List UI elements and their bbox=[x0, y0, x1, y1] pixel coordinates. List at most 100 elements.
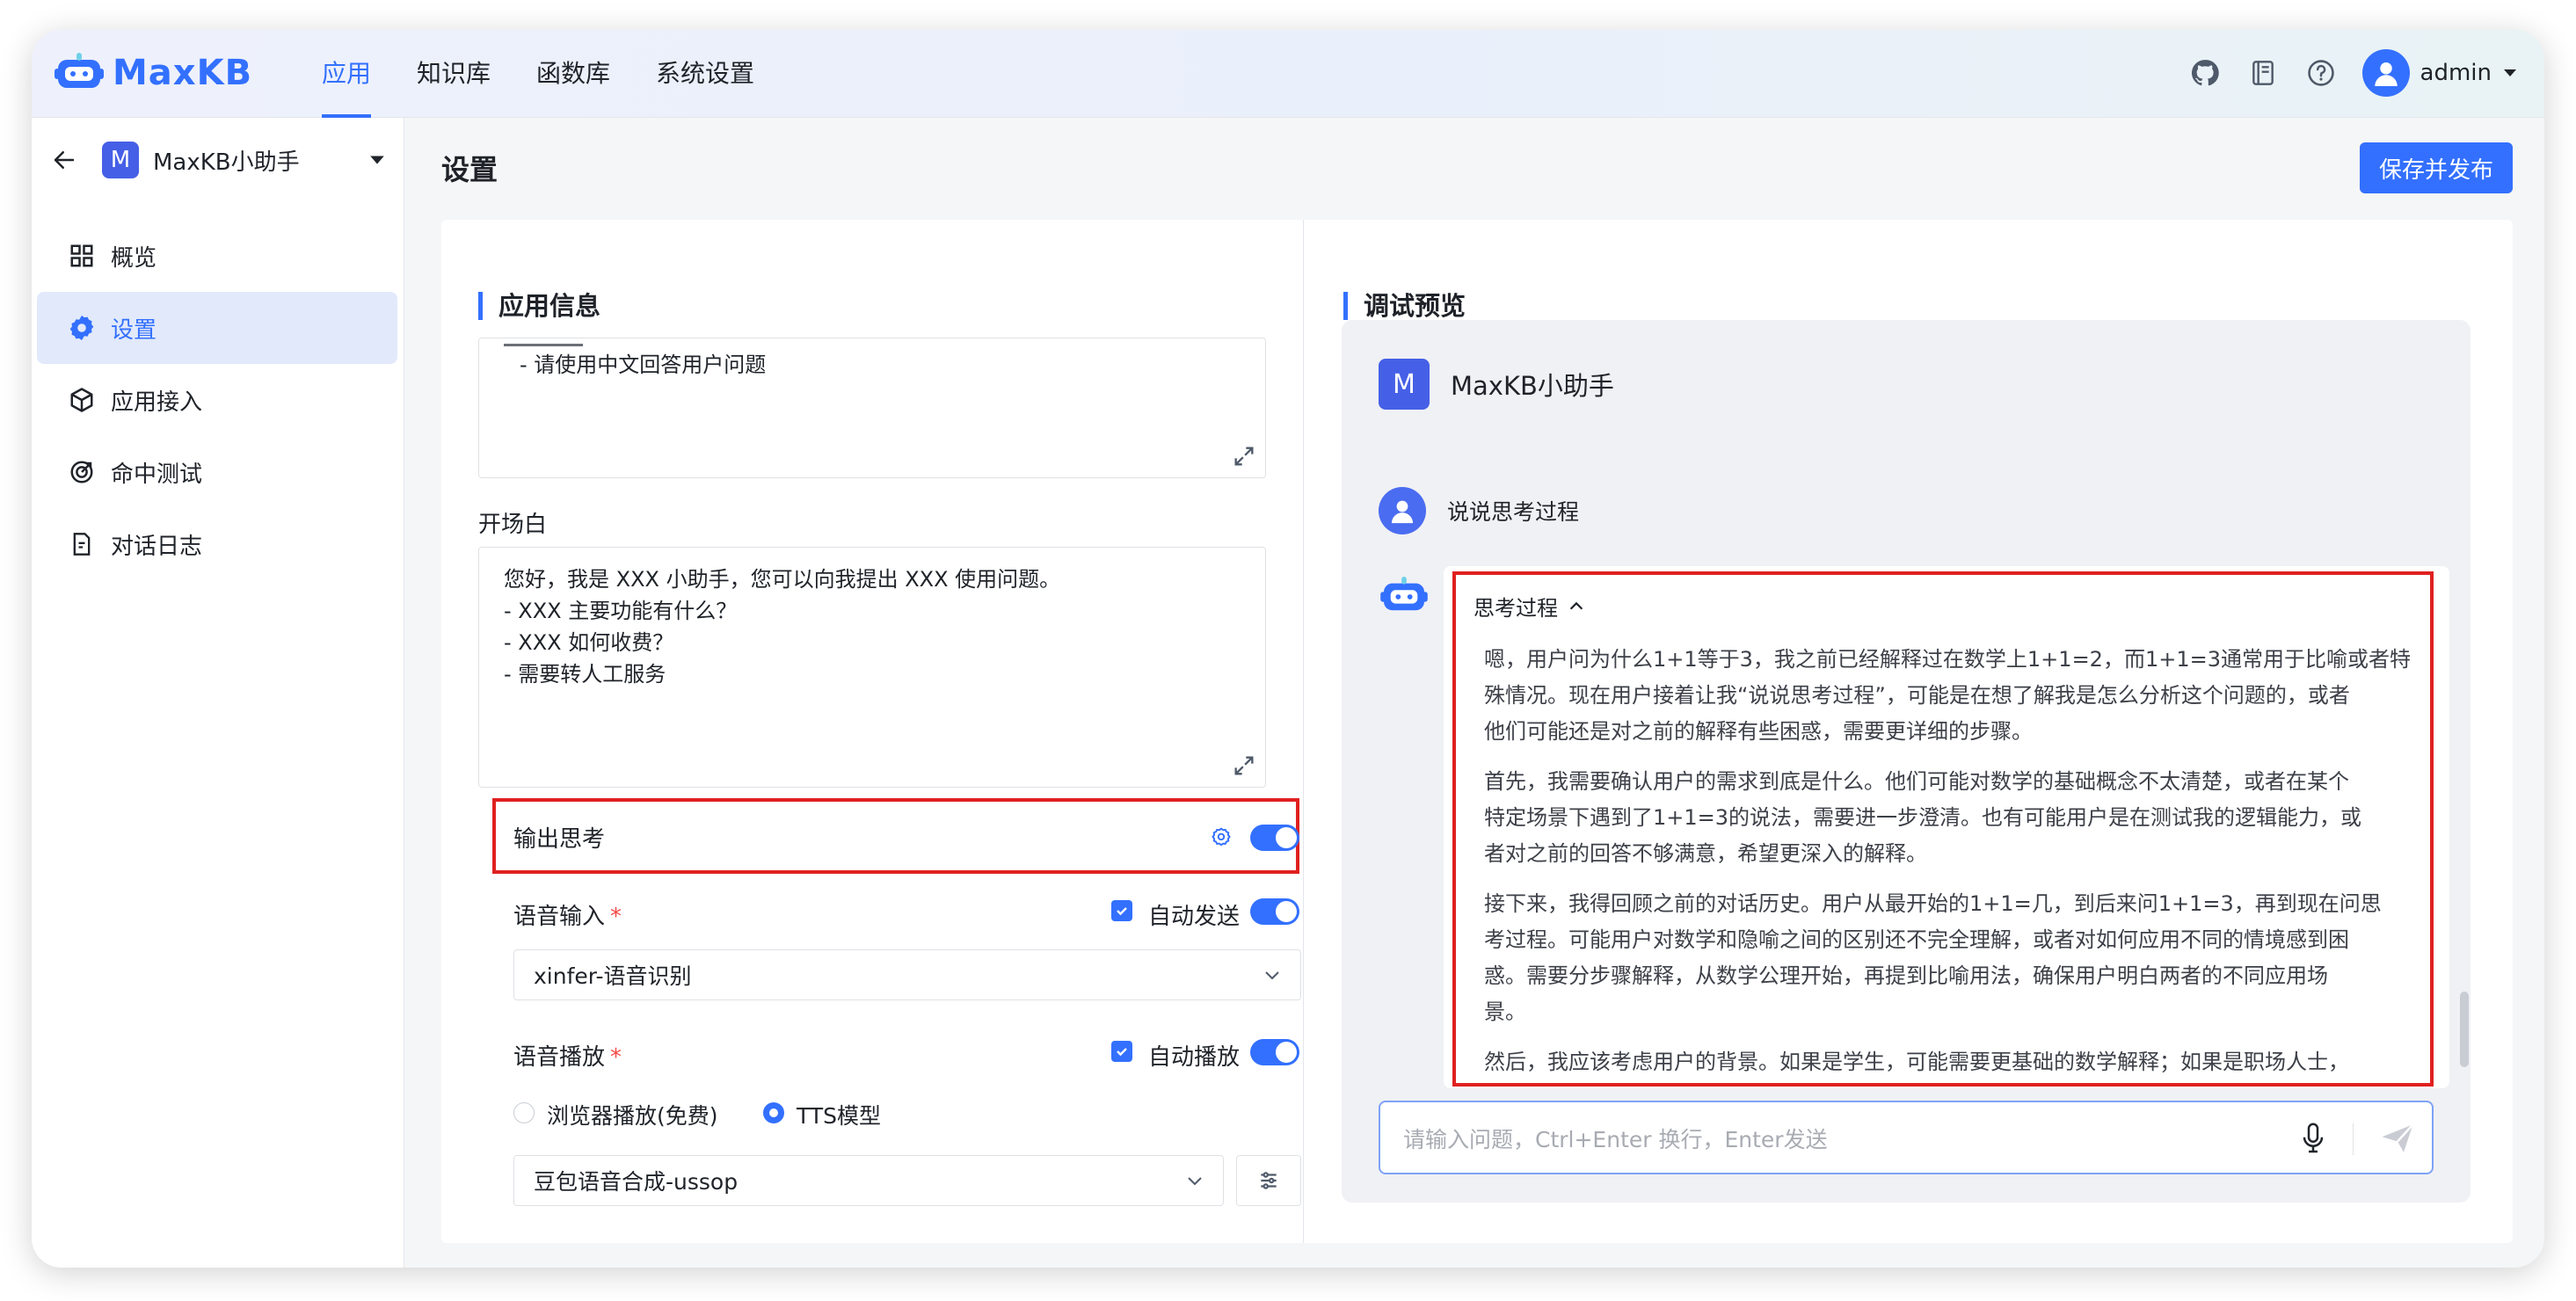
bot-answer: 思考过程 嗯，用户问为什么1+1等于3，我之前已经解释过在数学上1+1=2，而1… bbox=[1444, 566, 2449, 1088]
chat-input-box bbox=[1379, 1101, 2434, 1174]
voice-input-label-text: 语音输入 bbox=[513, 904, 606, 930]
voice-input-label: 语音输入 * bbox=[513, 898, 622, 931]
auto-send-label: 自动发送 bbox=[1148, 904, 1241, 930]
logo-text: MaxKB bbox=[113, 53, 253, 93]
chat-input[interactable] bbox=[1403, 1122, 2282, 1157]
page-title: 设置 bbox=[441, 153, 498, 186]
radio-browser-label: 浏览器播放(免费) bbox=[547, 1103, 718, 1129]
voice-input-select[interactable]: xinfer-语音识别 bbox=[513, 949, 1301, 1000]
auto-play-checkbox[interactable] bbox=[1111, 1041, 1132, 1062]
github-icon[interactable] bbox=[2188, 56, 2222, 90]
opening-line: 您好，我是 XXX 小助手，您可以向我提出 XXX 使用问题。 bbox=[504, 567, 1061, 592]
main-nav: 应用 知识库 函数库 系统设置 bbox=[322, 30, 800, 118]
sidebar-item-label: 应用接入 bbox=[111, 389, 203, 416]
user-name: admin bbox=[2420, 60, 2492, 86]
input-divider bbox=[2353, 1123, 2354, 1155]
prompt-line: - 请使用中文回答用户问题 bbox=[520, 353, 767, 377]
overview-grid-icon bbox=[67, 241, 97, 271]
app-selector: M MaxKB小助手 bbox=[51, 137, 386, 183]
sidebar: M MaxKB小助手 概览 设置 应用接入 命中测试 对话日志 bbox=[32, 118, 404, 1268]
nav-apps[interactable]: 应用 bbox=[322, 30, 372, 118]
voice-input-toggle[interactable] bbox=[1250, 898, 1299, 925]
nav-functions[interactable]: 函数库 bbox=[536, 30, 610, 118]
preview-title: 调试预览 bbox=[1343, 292, 1466, 320]
bot-avatar-icon bbox=[1380, 577, 1428, 611]
caret-down-icon[interactable] bbox=[368, 154, 386, 166]
output-thinking-label: 输出思考 bbox=[513, 826, 606, 853]
sidebar-item-label: 对话日志 bbox=[111, 533, 203, 560]
tts-model-select[interactable]: 豆包语音合成-ussop bbox=[513, 1155, 1224, 1206]
sidebar-item-label: 概览 bbox=[111, 244, 157, 272]
docs-book-icon[interactable] bbox=[2246, 56, 2280, 90]
panel-divider bbox=[1303, 220, 1304, 1243]
voice-playback-label-text: 语音播放 bbox=[513, 1044, 606, 1071]
sidebar-item-app-access[interactable]: 应用接入 bbox=[37, 364, 397, 436]
maxkb-logo[interactable]: MaxKB bbox=[55, 53, 252, 93]
bot-badge: M bbox=[1379, 359, 1430, 410]
sidebar-item-label: 命中测试 bbox=[111, 461, 203, 488]
expand-icon[interactable] bbox=[1232, 753, 1256, 778]
chat-log-icon bbox=[67, 529, 97, 559]
user-message: 说说思考过程 bbox=[1379, 487, 1579, 534]
help-icon[interactable] bbox=[2304, 56, 2338, 90]
prompt-textarea[interactable]: - 请使用中文回答用户问题 bbox=[478, 338, 1266, 478]
microphone-icon[interactable] bbox=[2300, 1122, 2326, 1155]
sidebar-menu: 概览 设置 应用接入 命中测试 对话日志 bbox=[37, 220, 397, 580]
radio-tts-model[interactable] bbox=[763, 1102, 784, 1123]
required-mark: * bbox=[610, 904, 622, 930]
nav-system-settings[interactable]: 系统设置 bbox=[656, 30, 754, 118]
expand-icon[interactable] bbox=[1232, 444, 1256, 469]
app-info-title: 应用信息 bbox=[478, 292, 600, 320]
send-icon[interactable] bbox=[2379, 1120, 2416, 1157]
prompt-cutoff-line bbox=[504, 338, 1241, 349]
sliders-icon bbox=[1261, 1172, 1277, 1189]
app-access-icon bbox=[67, 385, 97, 415]
back-arrow-icon[interactable] bbox=[51, 147, 77, 173]
output-thinking-toggle[interactable] bbox=[1250, 825, 1299, 851]
opening-line: - XXX 如何收费？ bbox=[504, 630, 674, 655]
top-actions: admin bbox=[2188, 49, 2518, 97]
save-publish-button[interactable]: 保存并发布 bbox=[2360, 142, 2513, 193]
user-avatar bbox=[1379, 487, 1426, 534]
chat-scrollbar[interactable] bbox=[2460, 992, 2469, 1067]
hit-test-icon bbox=[67, 457, 97, 487]
voice-playback-label: 语音播放 * bbox=[513, 1039, 622, 1072]
settings-panel: 应用信息 - 请使用中文回答用户问题 开场白 您好，我是 XXX 小助手，您可以… bbox=[441, 220, 2513, 1243]
highlight-box-output-thinking bbox=[492, 798, 1299, 874]
sidebar-item-chat-log[interactable]: 对话日志 bbox=[37, 508, 397, 580]
sidebar-item-settings[interactable]: 设置 bbox=[37, 292, 397, 364]
settings-gear-icon[interactable] bbox=[1210, 826, 1233, 849]
radio-tts-label: TTS模型 bbox=[797, 1103, 881, 1129]
auto-play-label: 自动播放 bbox=[1148, 1044, 1241, 1071]
chevron-down-icon bbox=[1188, 1177, 1202, 1186]
gear-icon bbox=[67, 313, 97, 343]
app-name[interactable]: MaxKB小助手 bbox=[153, 144, 368, 177]
sidebar-item-overview[interactable]: 概览 bbox=[37, 220, 397, 292]
bot-name: MaxKB小助手 bbox=[1451, 371, 1614, 401]
caret-down-icon bbox=[2504, 69, 2516, 76]
nav-knowledge[interactable]: 知识库 bbox=[417, 30, 491, 118]
required-mark: * bbox=[610, 1044, 622, 1071]
select-value: xinfer-语音识别 bbox=[534, 963, 692, 989]
app-window: MaxKB 应用 知识库 函数库 系统设置 admin M MaxKB小助手 概… bbox=[32, 30, 2544, 1268]
tts-settings-button[interactable] bbox=[1236, 1155, 1301, 1206]
highlight-box-thinking bbox=[1452, 571, 2434, 1087]
avatar bbox=[2361, 49, 2410, 97]
chat-header: M MaxKB小助手 bbox=[1379, 359, 1614, 410]
select-value: 豆包语音合成-ussop bbox=[534, 1169, 739, 1195]
app-badge: M bbox=[102, 142, 139, 178]
user-menu[interactable]: admin bbox=[2361, 49, 2518, 97]
top-navigation-bar: MaxKB 应用 知识库 函数库 系统设置 admin bbox=[32, 30, 2544, 118]
sidebar-item-label: 设置 bbox=[111, 316, 157, 344]
chat-preview: M MaxKB小助手 说说思考过程 思考过程 嗯，用户问为什么1+1等于3，我之… bbox=[1342, 320, 2470, 1203]
opening-textarea[interactable]: 您好，我是 XXX 小助手，您可以向我提出 XXX 使用问题。 - XXX 主要… bbox=[478, 547, 1266, 788]
voice-playback-toggle[interactable] bbox=[1250, 1039, 1299, 1065]
opening-line: - 需要转人工服务 bbox=[504, 662, 666, 687]
robot-logo-icon bbox=[55, 53, 104, 88]
radio-browser-playback[interactable] bbox=[513, 1102, 535, 1123]
opening-line: - XXX 主要功能有什么？ bbox=[504, 599, 738, 623]
user-question: 说说思考过程 bbox=[1447, 499, 1580, 525]
sidebar-item-hit-test[interactable]: 命中测试 bbox=[37, 436, 397, 508]
opening-label: 开场白 bbox=[478, 512, 548, 538]
auto-send-checkbox[interactable] bbox=[1111, 900, 1132, 921]
